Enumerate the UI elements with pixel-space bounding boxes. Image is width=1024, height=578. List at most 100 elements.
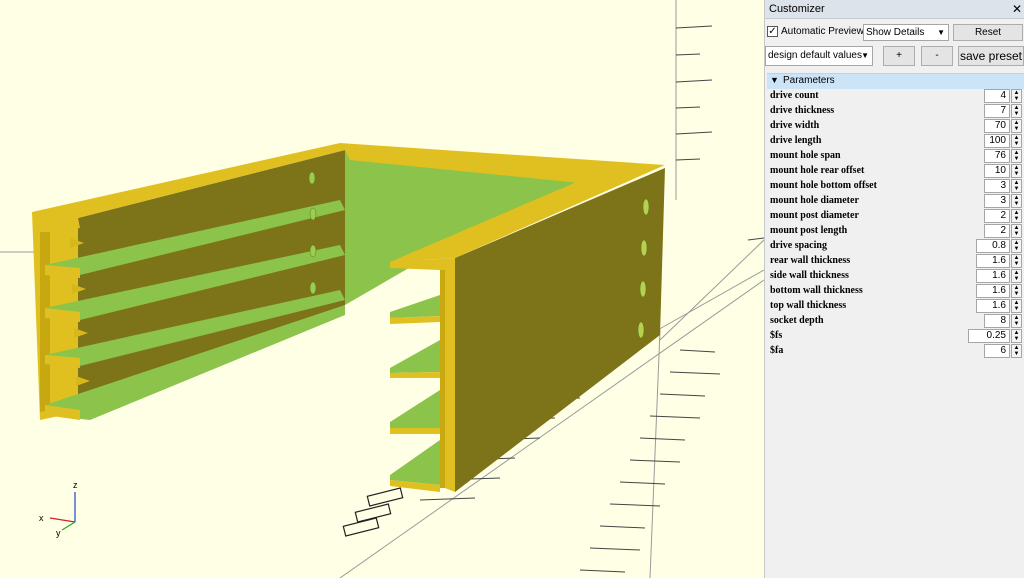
save-preset-button[interactable]: save preset <box>958 46 1024 66</box>
param-value-input[interactable]: 1.6 <box>976 269 1010 283</box>
spin-arrows-icon[interactable]: ▲ ▼ <box>1011 299 1022 313</box>
spin-arrows-icon[interactable]: ▲ ▼ <box>1011 179 1022 193</box>
param-row: bottom wall thickness 1.6 ▲ ▼ <box>765 284 1024 299</box>
param-label: drive width <box>770 120 820 131</box>
customizer-panel: Customizer ✕ ✓ Automatic Preview Show De… <box>764 0 1024 578</box>
spin-arrows-icon[interactable]: ▲ ▼ <box>1011 134 1022 148</box>
param-row: rear wall thickness 1.6 ▲ ▼ <box>765 254 1024 269</box>
param-label: mount post diameter <box>770 210 859 221</box>
param-row: $fa 6 ▲ ▼ <box>765 344 1024 359</box>
right-shelves <box>390 295 440 492</box>
parameters-header[interactable]: ▼ Parameters <box>767 73 1024 89</box>
close-icon[interactable]: ✕ <box>1012 2 1022 16</box>
param-label: drive count <box>770 90 819 101</box>
spin-arrows-icon[interactable]: ▲ ▼ <box>1011 329 1022 343</box>
param-row: drive spacing 0.8 ▲ ▼ <box>765 239 1024 254</box>
param-label: mount hole bottom offset <box>770 180 877 191</box>
spin-arrows-icon[interactable]: ▲ ▼ <box>1011 254 1022 268</box>
param-row: drive count 4 ▲ ▼ <box>765 89 1024 104</box>
param-value-input[interactable]: 100 <box>984 134 1010 148</box>
param-label: mount hole diameter <box>770 195 859 206</box>
param-row: drive width 70 ▲ ▼ <box>765 119 1024 134</box>
chevron-down-icon: ▼ <box>861 51 869 60</box>
param-row: mount post length 2 ▲ ▼ <box>765 224 1024 239</box>
param-label: mount post length <box>770 225 848 236</box>
reset-button[interactable]: Reset <box>953 24 1023 41</box>
param-label: side wall thickness <box>770 270 849 281</box>
param-label: drive spacing <box>770 240 827 251</box>
preset-value: design default values <box>768 50 862 61</box>
preset-select[interactable]: design default values ▼ <box>765 46 873 66</box>
preview-options-row: ✓ Automatic Preview Show Details ▼ Reset <box>765 22 1024 42</box>
param-row: top wall thickness 1.6 ▲ ▼ <box>765 299 1024 314</box>
param-row: mount hole diameter 3 ▲ ▼ <box>765 194 1024 209</box>
param-label: drive thickness <box>770 105 835 116</box>
param-label: $fs <box>770 330 783 341</box>
param-value-input[interactable]: 10 <box>984 164 1010 178</box>
spin-arrows-icon[interactable]: ▲ ▼ <box>1011 224 1022 238</box>
parameters-header-label: Parameters <box>783 75 835 86</box>
param-value-input[interactable]: 3 <box>984 179 1010 193</box>
remove-preset-button[interactable]: - <box>921 46 953 66</box>
spin-arrows-icon[interactable]: ▲ ▼ <box>1011 149 1022 163</box>
param-row: mount hole span 76 ▲ ▼ <box>765 149 1024 164</box>
triangle-down-icon: ▼ <box>770 75 779 85</box>
axis-y-label: y <box>56 528 61 538</box>
spin-arrows-icon[interactable]: ▲ ▼ <box>1011 164 1022 178</box>
spin-arrows-icon[interactable]: ▲ ▼ <box>1011 194 1022 208</box>
param-value-input[interactable]: 0.8 <box>976 239 1010 253</box>
param-label: bottom wall thickness <box>770 285 863 296</box>
param-value-input[interactable]: 1.6 <box>976 254 1010 268</box>
spin-arrows-icon[interactable]: ▲ ▼ <box>1011 119 1022 133</box>
spin-arrows-icon[interactable]: ▲ ▼ <box>1011 89 1022 103</box>
spin-arrows-icon[interactable]: ▲ ▼ <box>1011 104 1022 118</box>
param-value-input[interactable]: 4 <box>984 89 1010 103</box>
param-row: mount post diameter 2 ▲ ▼ <box>765 209 1024 224</box>
param-row: side wall thickness 1.6 ▲ ▼ <box>765 269 1024 284</box>
automatic-preview-checkbox[interactable]: ✓ <box>767 26 778 37</box>
spin-arrows-icon[interactable]: ▲ ▼ <box>1011 344 1022 358</box>
param-row: mount hole rear offset 10 ▲ ▼ <box>765 164 1024 179</box>
param-value-input[interactable]: 76 <box>984 149 1010 163</box>
customizer-titlebar: Customizer ✕ <box>765 0 1024 19</box>
param-value-input[interactable]: 0.25 <box>968 329 1010 343</box>
spin-arrows-icon[interactable]: ▲ ▼ <box>1011 314 1022 328</box>
customizer-title: Customizer <box>769 3 825 15</box>
param-row: socket depth 8 ▲ ▼ <box>765 314 1024 329</box>
param-label: $fa <box>770 345 784 356</box>
show-details-select[interactable]: Show Details ▼ <box>863 24 949 41</box>
param-row: mount hole bottom offset 3 ▲ ▼ <box>765 179 1024 194</box>
spin-arrows-icon[interactable]: ▲ ▼ <box>1011 284 1022 298</box>
chevron-down-icon: ▼ <box>937 28 945 37</box>
3d-viewport[interactable]: z x y <box>0 0 764 578</box>
model-render: z x y <box>0 0 764 578</box>
param-label: top wall thickness <box>770 300 847 311</box>
param-value-input[interactable]: 2 <box>984 209 1010 223</box>
param-value-input[interactable]: 1.6 <box>976 284 1010 298</box>
param-label: mount hole rear offset <box>770 165 865 176</box>
spin-arrows-icon[interactable]: ▲ ▼ <box>1011 209 1022 223</box>
axis-z-label: z <box>73 480 78 490</box>
add-preset-button[interactable]: + <box>883 46 915 66</box>
param-value-input[interactable]: 3 <box>984 194 1010 208</box>
param-label: mount hole span <box>770 150 841 161</box>
axis-gizmo: z x y <box>39 480 78 538</box>
param-value-input[interactable]: 1.6 <box>976 299 1010 313</box>
param-value-input[interactable]: 6 <box>984 344 1010 358</box>
param-label: socket depth <box>770 315 824 326</box>
axis-x-label: x <box>39 513 44 523</box>
param-label: rear wall thickness <box>770 255 851 266</box>
param-value-input[interactable]: 70 <box>984 119 1010 133</box>
param-row: drive length 100 ▲ ▼ <box>765 134 1024 149</box>
param-value-input[interactable]: 8 <box>984 314 1010 328</box>
param-value-input[interactable]: 7 <box>984 104 1010 118</box>
spin-arrows-icon[interactable]: ▲ ▼ <box>1011 269 1022 283</box>
param-row: drive thickness 7 ▲ ▼ <box>765 104 1024 119</box>
spin-arrows-icon[interactable]: ▲ ▼ <box>1011 239 1022 253</box>
automatic-preview-label: Automatic Preview <box>781 26 864 37</box>
floor-scale-labels <box>342 487 404 537</box>
show-details-value: Show Details <box>866 27 925 38</box>
param-label: drive length <box>770 135 822 146</box>
param-value-input[interactable]: 2 <box>984 224 1010 238</box>
param-row: $fs 0.25 ▲ ▼ <box>765 329 1024 344</box>
